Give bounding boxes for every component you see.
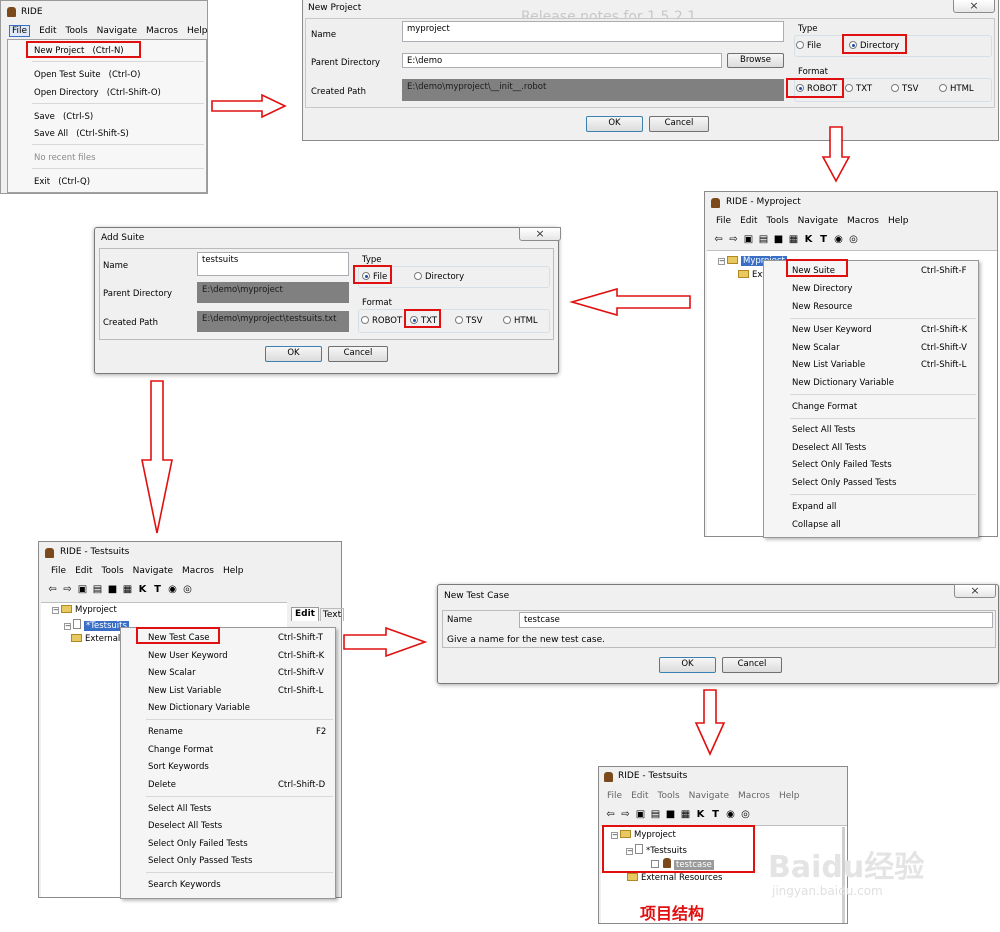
flow-arrows bbox=[141, 93, 851, 756]
arrow-down-2 bbox=[141, 380, 173, 534]
arrow-right-1 bbox=[211, 93, 287, 119]
arrow-down-1 bbox=[821, 126, 851, 183]
arrow-down-3 bbox=[694, 689, 726, 756]
arrow-right-2 bbox=[343, 626, 428, 658]
arrow-left-1 bbox=[569, 287, 691, 317]
